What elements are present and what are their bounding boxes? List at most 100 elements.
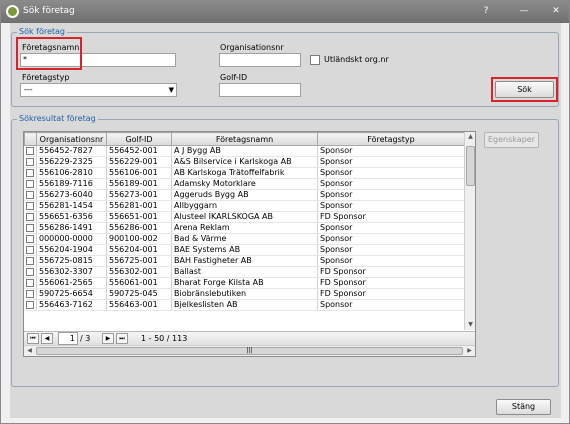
table-row[interactable]: 556273-6040 556273-001 Aggeruds Bygg AB Spo… xyxy=(24,189,465,201)
cell-company-name: Ballast xyxy=(171,266,318,278)
row-checkbox[interactable] xyxy=(26,190,35,199)
cell-golf-id: 900100-002 xyxy=(106,233,172,245)
horizontal-scrollbar[interactable]: ◀ ||| ▶ xyxy=(24,345,475,356)
close-button[interactable]: Stäng xyxy=(496,399,551,415)
row-checkbox[interactable] xyxy=(26,256,35,265)
column-header-company-name[interactable]: Företagsnamn xyxy=(171,132,318,146)
last-page-icon[interactable]: ⏭ xyxy=(116,333,128,344)
golf-id-input[interactable] xyxy=(219,83,301,97)
row-checkbox[interactable] xyxy=(26,179,35,188)
next-page-icon[interactable]: ▶ xyxy=(102,333,114,344)
row-checkbox[interactable] xyxy=(26,168,35,177)
cell-company-type: Sponsor xyxy=(317,200,465,212)
row-checkbox[interactable] xyxy=(26,212,35,221)
table-row[interactable]: 556452-7827 556452-001 A J Bygg AB Sponsor xyxy=(24,145,465,157)
search-group: Sök företag Företagsnamn * Organisations… xyxy=(11,27,559,107)
table-row[interactable]: 556229-2325 556229-001 A&S Bilservice i Ka… xyxy=(24,156,465,168)
table-row[interactable]: 556286-1491 556286-001 Arena Reklam Sponsor xyxy=(24,222,465,234)
vertical-scroll-thumb[interactable] xyxy=(466,146,475,186)
minimize-button[interactable]: — xyxy=(517,5,531,18)
cell-golf-id: 556651-001 xyxy=(106,211,172,223)
foreign-org-label: Utländskt org.nr xyxy=(324,55,389,64)
row-select-cell xyxy=(24,145,37,157)
cell-company-type: FD Sponsor xyxy=(317,288,465,300)
properties-button[interactable]: Egenskaper xyxy=(484,132,539,148)
search-group-title: Sök företag xyxy=(17,27,68,36)
table-row[interactable]: 556281-1454 556281-001 Allbyggarn Sponsor xyxy=(24,200,465,212)
row-checkbox[interactable] xyxy=(26,278,35,287)
cell-org-nr: 556651-6356 xyxy=(36,211,107,223)
cell-company-type: Sponsor xyxy=(317,156,465,168)
cell-company-name: Bad & Värme xyxy=(171,233,318,245)
column-header-org-nr[interactable]: Organisationsnr xyxy=(36,132,107,146)
horizontal-scroll-thumb[interactable]: ||| xyxy=(36,347,463,355)
cell-org-nr: 556281-1454 xyxy=(36,200,107,212)
row-checkbox[interactable] xyxy=(26,223,35,232)
column-header-golf-id[interactable]: Golf-ID xyxy=(106,132,172,146)
cell-golf-id: 590725-045 xyxy=(106,288,172,300)
search-company-dialog: Sök företag ? — ✕ Sök företag Företagsna… xyxy=(0,0,570,424)
row-checkbox[interactable] xyxy=(26,157,35,166)
page-number-input[interactable]: 1 xyxy=(58,332,78,345)
close-window-button[interactable]: ✕ xyxy=(549,5,563,18)
table-row[interactable]: 556061-2565 556061-001 Bharat Forge Kilsta… xyxy=(24,277,465,289)
search-button[interactable]: Sök xyxy=(495,81,554,98)
cell-company-name: Biobränslebutiken xyxy=(171,288,318,300)
row-select-cell xyxy=(24,167,37,179)
cell-golf-id: 556463-001 xyxy=(106,299,172,311)
table-row[interactable]: 590725-6654 590725-045 Biobränslebutiken FD… xyxy=(24,288,465,300)
row-checkbox[interactable] xyxy=(26,146,35,155)
row-checkbox[interactable] xyxy=(26,234,35,243)
results-table: Organisationsnr Golf-ID Företagsnamn För… xyxy=(24,132,465,311)
cell-company-type: Sponsor xyxy=(317,255,465,267)
cell-company-type: Sponsor xyxy=(317,233,465,245)
table-row[interactable]: 556189-7116 556189-001 Adamsky Motorklare S… xyxy=(24,178,465,190)
table-row[interactable]: 556725-0815 556725-001 BAH Fastigheter AB S… xyxy=(24,255,465,267)
scroll-left-icon[interactable]: ◀ xyxy=(24,346,35,355)
company-type-select[interactable]: --- ▼ xyxy=(20,83,177,97)
cell-org-nr: 556725-0815 xyxy=(36,255,107,267)
row-checkbox[interactable] xyxy=(26,245,35,254)
cell-company-name: Alusteel IKARLSKOGA AB xyxy=(171,211,318,223)
row-checkbox[interactable] xyxy=(26,289,35,298)
cell-company-type: Sponsor xyxy=(317,244,465,256)
table-row[interactable]: 556651-6356 556651-001 Alusteel IKARLSKOGA… xyxy=(24,211,465,223)
vertical-scrollbar[interactable]: ▲ ▼ xyxy=(464,132,475,330)
pager: ⏮ ◀ 1 / 3 ▶ ⏭ 1 - 50 / 113 xyxy=(24,331,475,345)
scroll-right-icon[interactable]: ▶ xyxy=(464,346,475,355)
help-button[interactable]: ? xyxy=(479,5,493,18)
cell-company-type: FD Sponsor xyxy=(317,277,465,289)
cell-company-type: Sponsor xyxy=(317,167,465,179)
scroll-up-icon[interactable]: ▲ xyxy=(465,132,475,142)
golf-id-label: Golf-ID xyxy=(220,73,248,82)
prev-page-icon[interactable]: ◀ xyxy=(41,333,53,344)
scroll-down-icon[interactable]: ▼ xyxy=(465,320,475,330)
window-title: Sök företag xyxy=(23,6,75,16)
row-select-cell xyxy=(24,222,37,234)
row-checkbox[interactable] xyxy=(26,300,35,309)
table-row[interactable]: 556204-1904 556204-001 BAE Systems AB Spons… xyxy=(24,244,465,256)
cell-company-name: Bjelkeslisten AB xyxy=(171,299,318,311)
table-row[interactable]: 000000-0000 900100-002 Bad & Värme Sponsor xyxy=(24,233,465,245)
table-row[interactable]: 556106-2810 556106-001 AB Karlskoga Trätof… xyxy=(24,167,465,179)
table-row[interactable]: 556463-7162 556463-001 Bjelkeslisten AB Spo… xyxy=(24,299,465,311)
table-row[interactable]: 556302-3307 556302-001 Ballast FD Sponsor xyxy=(24,266,465,278)
row-select-cell xyxy=(24,288,37,300)
row-checkbox[interactable] xyxy=(26,201,35,210)
cell-org-nr: 556106-2810 xyxy=(36,167,107,179)
row-select-cell xyxy=(24,244,37,256)
row-select-cell xyxy=(24,255,37,267)
cell-company-name: Adamsky Motorklare xyxy=(171,178,318,190)
cell-company-name: Aggeruds Bygg AB xyxy=(171,189,318,201)
cell-org-nr: 556463-7162 xyxy=(36,299,107,311)
row-checkbox[interactable] xyxy=(26,267,35,276)
cell-org-nr: 000000-0000 xyxy=(36,233,107,245)
column-header-company-type[interactable]: Företagstyp xyxy=(317,132,465,146)
cell-company-name: Arena Reklam xyxy=(171,222,318,234)
highlight-company-name xyxy=(16,37,82,70)
foreign-org-checkbox[interactable] xyxy=(310,55,320,65)
cell-golf-id: 556281-001 xyxy=(106,200,172,212)
first-page-icon[interactable]: ⏮ xyxy=(27,333,39,344)
org-nr-label: Organisationsnr xyxy=(220,43,284,52)
org-nr-input[interactable] xyxy=(219,53,301,67)
